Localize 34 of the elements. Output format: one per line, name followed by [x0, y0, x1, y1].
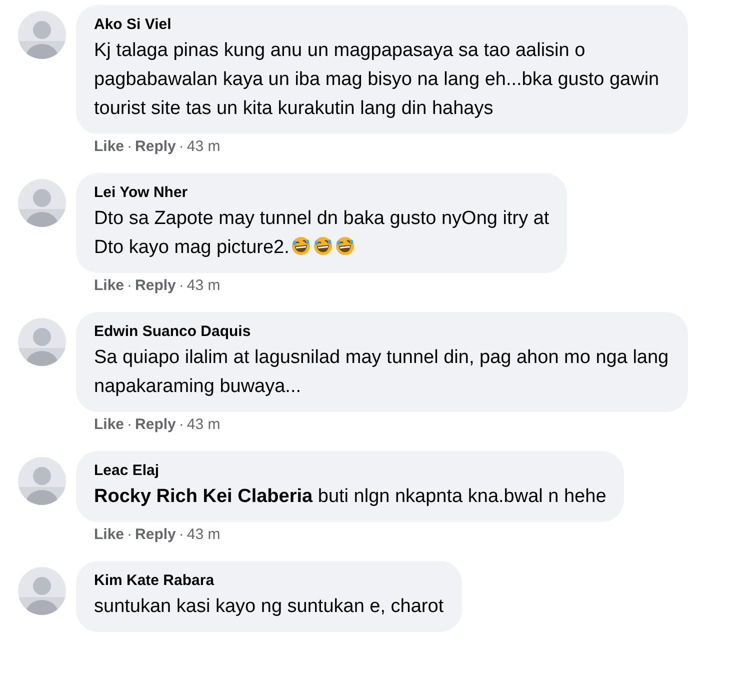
timestamp[interactable]: 43 m	[186, 416, 220, 433]
author-name[interactable]: Edwin Suanco Daquis	[94, 321, 670, 343]
separator-dot: ·	[127, 277, 132, 294]
timestamp[interactable]: 43 m	[186, 138, 220, 155]
laughing-emoji-icon	[335, 236, 356, 256]
comment-text: Dto sa Zapote may tunnel dn baka gusto nyOng itry at	[94, 208, 550, 229]
comment-text: suntukan kasi kayo ng suntukan e, charot	[94, 596, 444, 617]
timestamp[interactable]: 43 m	[186, 277, 220, 294]
comment-text: Sa quiapo ilalim at lagusnilad may tunnel din, pag ahon mo nga lang napakaraming buwaya...	[94, 347, 669, 397]
reply-link[interactable]: Reply	[135, 277, 176, 294]
comment-text: Dto kayo mag picture2.	[94, 237, 290, 258]
reply-link[interactable]: Reply	[135, 138, 176, 155]
like-link[interactable]: Like	[94, 138, 124, 155]
timestamp[interactable]: 43 m	[186, 526, 220, 543]
author-name[interactable]: Lei Yow Nher	[94, 182, 550, 204]
like-link[interactable]: Like	[94, 526, 124, 543]
reply-link[interactable]: Reply	[135, 526, 176, 543]
separator-dot: ·	[178, 526, 184, 543]
laughing-emoji-icon	[291, 236, 312, 256]
reply-link[interactable]: Reply	[135, 416, 176, 433]
comment-text: Rocky Rich Kei Claberia buti nlgn nkapnta kna.bwal n hehe	[94, 486, 606, 507]
separator-dot: ·	[127, 416, 132, 433]
like-link[interactable]: Like	[94, 416, 124, 433]
separator-dot: ·	[178, 416, 184, 433]
separator-dot: ·	[178, 277, 184, 294]
separator-dot: ·	[127, 138, 132, 155]
laughing-emoji-icon	[313, 236, 334, 256]
author-name[interactable]: Leac Elaj	[94, 460, 606, 482]
comment-text: Kj talaga pinas kung anu un magpapasaya sa tao aalisin o pagbabawalan kaya un iba mag bisyo na lang eh...bka gusto gawin tourist site tas un kita kurakutin lang din hahays	[94, 40, 660, 119]
author-name[interactable]: Ako Si Viel	[94, 14, 670, 36]
like-link[interactable]: Like	[94, 277, 124, 294]
separator-dot: ·	[178, 138, 184, 155]
separator-dot: ·	[127, 526, 132, 543]
author-name[interactable]: Kim Kate Rabara	[94, 570, 444, 592]
